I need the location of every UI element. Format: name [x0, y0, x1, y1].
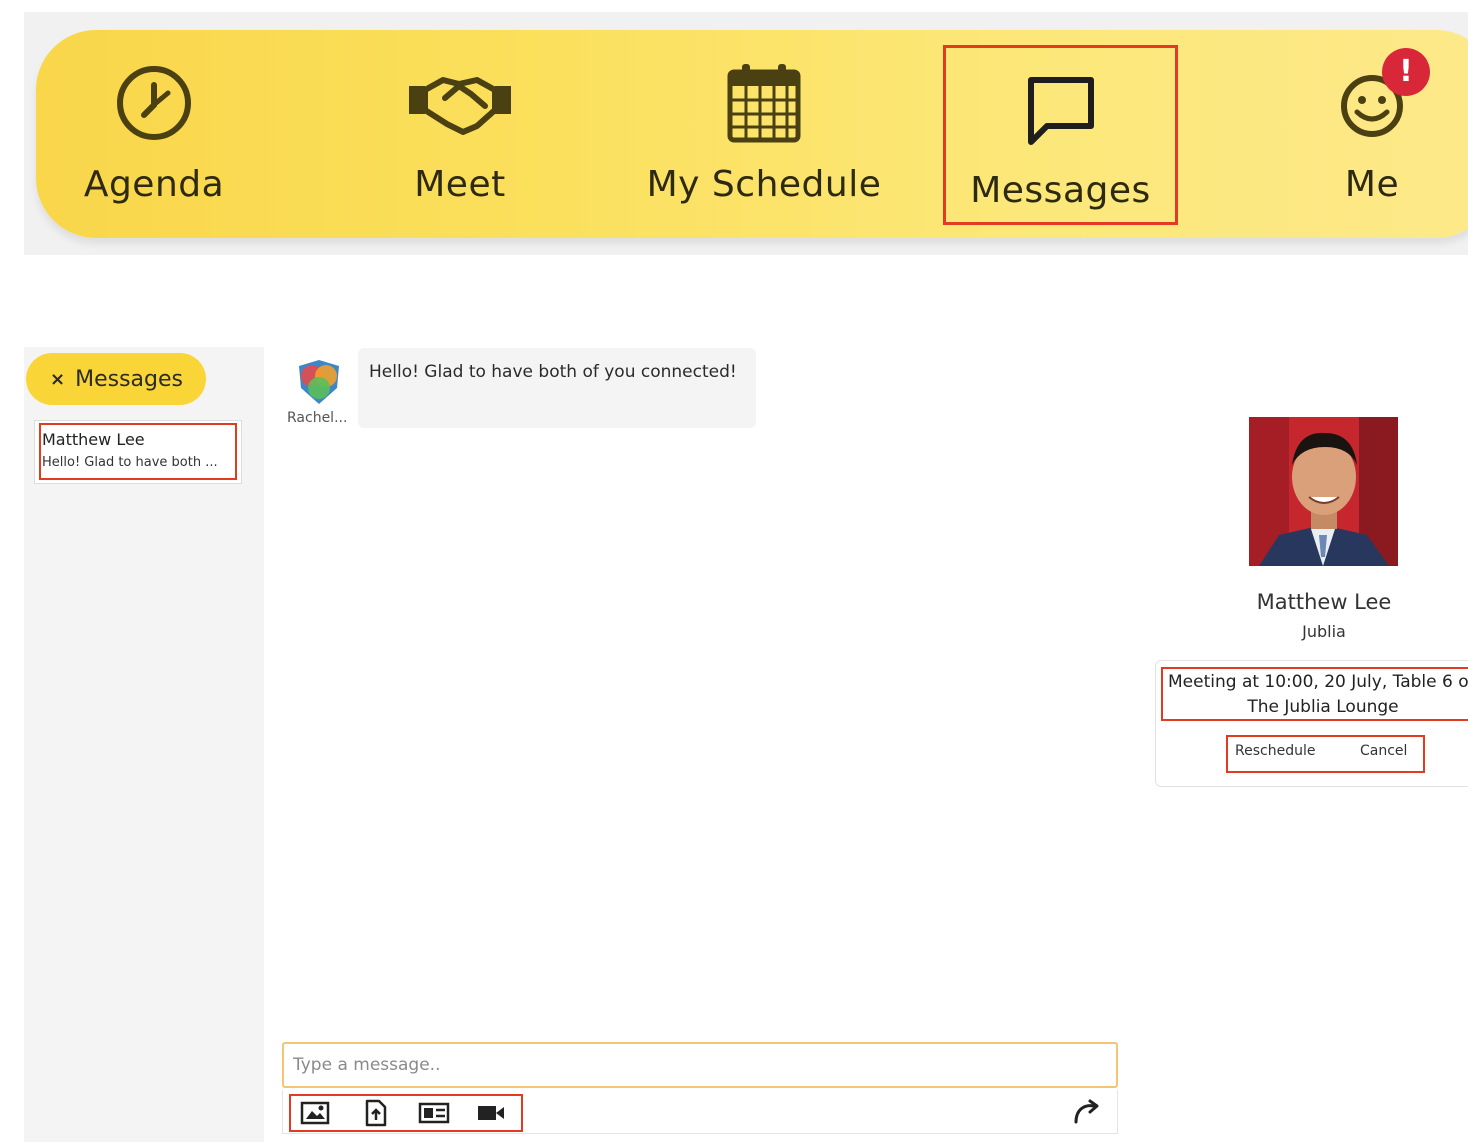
nav-item-messages[interactable]: Messages — [943, 45, 1178, 225]
message-input[interactable] — [284, 1044, 1116, 1086]
calendar-icon — [726, 60, 802, 146]
conversation-name: Matthew Lee — [42, 430, 145, 449]
message-bubble — [358, 348, 756, 428]
close-messages-button[interactable]: × Messages — [26, 353, 206, 405]
video-camera-icon[interactable] — [475, 1098, 507, 1128]
nav-item-agenda[interactable]: Agenda — [58, 30, 250, 238]
nav-item-meet[interactable]: Meet — [364, 30, 556, 238]
nav-label: Meet — [414, 164, 506, 205]
sender-name: Rachel... — [287, 410, 348, 426]
nav-label: Messages — [970, 170, 1151, 211]
conversation-preview: Hello! Glad to have both ... — [42, 455, 218, 470]
meeting-venue: The Jublia Lounge — [1247, 697, 1399, 717]
close-messages-label: Messages — [75, 366, 183, 392]
reschedule-button[interactable]: Reschedule — [1235, 743, 1315, 759]
sender-avatar — [293, 356, 345, 408]
message-composer — [282, 1042, 1118, 1088]
file-upload-icon[interactable] — [360, 1098, 392, 1128]
chat-bubble-icon — [1025, 68, 1097, 154]
send-arrow-icon[interactable] — [1066, 1094, 1106, 1130]
profile-organization: Jublia — [1302, 622, 1346, 641]
main-nav-bar: Agenda Meet My Schedule Messages Me — [36, 30, 1468, 238]
nav-item-my-schedule[interactable]: My Schedule — [636, 30, 892, 238]
cancel-button[interactable]: Cancel — [1360, 743, 1407, 759]
nav-label: Agenda — [83, 164, 225, 205]
image-icon[interactable] — [299, 1098, 331, 1128]
clock-icon — [114, 60, 194, 146]
profile-name: Matthew Lee — [1256, 590, 1392, 614]
notification-badge: ! — [1382, 48, 1430, 96]
message-text: Hello! Glad to have both of you connecte… — [369, 362, 737, 382]
contact-card-icon[interactable] — [418, 1098, 450, 1128]
meeting-time-location: Meeting at 10:00, 20 July, Table 6 of — [1168, 672, 1468, 692]
handshake-icon — [407, 60, 513, 146]
nav-label: Me — [1344, 164, 1400, 205]
nav-label: My Schedule — [646, 164, 882, 205]
profile-photo — [1249, 417, 1398, 566]
close-icon: × — [50, 368, 66, 390]
